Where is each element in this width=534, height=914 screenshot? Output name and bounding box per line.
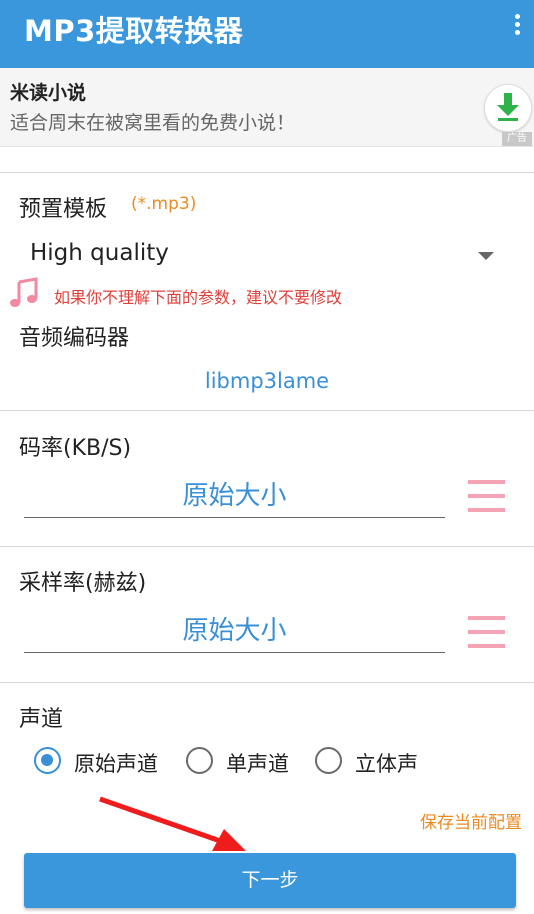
samplerate-input[interactable]: 原始大小 — [24, 612, 445, 653]
radio-label: 单声道 — [226, 752, 289, 776]
warning-text: 如果你不理解下面的参数，建议不要修改 — [54, 288, 343, 307]
red-arrow-annotation — [96, 795, 256, 859]
bitrate-value: 原始大小 — [182, 481, 287, 511]
more-vert-icon[interactable] — [510, 12, 524, 38]
radio-unchecked-icon — [315, 747, 342, 774]
samplerate-label: 采样率(赫兹) — [19, 571, 147, 596]
next-button[interactable]: 下一步 — [24, 853, 516, 908]
channel-label: 声道 — [19, 707, 64, 732]
radio-label: 原始声道 — [74, 752, 158, 776]
app-title: MP3提取转换器 — [24, 14, 244, 48]
download-icon[interactable] — [484, 84, 532, 132]
app-bar: MP3提取转换器 — [0, 0, 534, 68]
menu-icon[interactable] — [468, 616, 505, 648]
divider — [0, 172, 534, 173]
ad-description: 适合周末在被窝里看的免费小说！ — [10, 112, 296, 134]
preset-label: 预置模板 — [19, 197, 108, 222]
chevron-down-icon — [478, 252, 494, 260]
save-config-link[interactable]: 保存当前配置 — [420, 808, 522, 833]
menu-icon[interactable] — [468, 480, 505, 512]
ad-banner[interactable]: 米读小说 适合周末在被窝里看的免费小说！ 广告 — [0, 68, 534, 147]
bitrate-input[interactable]: 原始大小 — [24, 477, 445, 518]
bitrate-label: 码率(KB/S) — [19, 436, 132, 461]
ad-title: 米读小说 — [10, 82, 87, 104]
preset-selected-value: High quality — [30, 240, 169, 266]
divider — [0, 546, 534, 547]
preset-extension: (*.mp3) — [131, 194, 197, 214]
radio-checked-icon — [34, 747, 61, 774]
codec-label: 音频编码器 — [19, 326, 130, 351]
ad-mark: 广告 — [502, 132, 532, 146]
radio-label: 立体声 — [355, 752, 418, 776]
divider — [0, 410, 534, 411]
radio-unchecked-icon — [186, 747, 213, 774]
preset-dropdown[interactable]: High quality — [30, 238, 500, 274]
divider — [0, 682, 534, 683]
codec-value[interactable]: libmp3lame — [0, 369, 534, 393]
music-note-icon — [8, 277, 40, 313]
samplerate-value: 原始大小 — [182, 616, 287, 646]
